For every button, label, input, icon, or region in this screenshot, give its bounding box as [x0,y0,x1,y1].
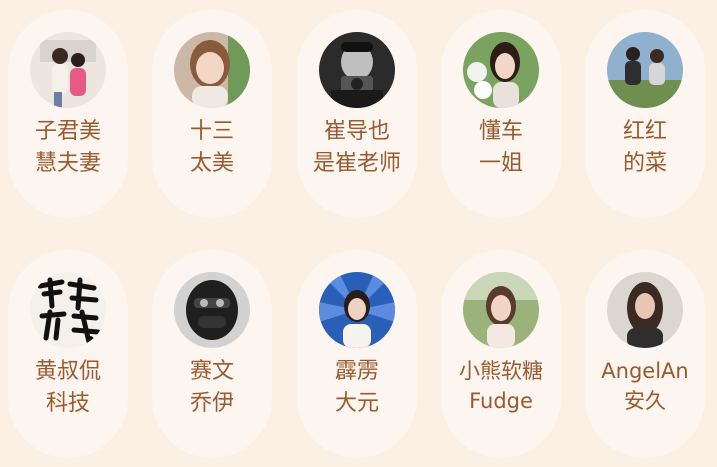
creator-name: 懂车 一姐 [478,119,523,176]
creator-card-6[interactable]: 黄叔侃 科技 [8,250,128,458]
woman-photo-avatar [174,32,250,108]
couple-photo-avatar [30,32,106,108]
creator-card-3[interactable]: 崔导也 是崔老师 [297,10,417,218]
woman-garden-photo-avatar [463,272,539,348]
creator-name: 霹雳 大元 [334,359,379,416]
creator-name: 崔导也 是崔老师 [312,119,401,176]
creator-name: 十三 太美 [189,119,234,176]
creator-name: 赛文 乔伊 [189,359,234,416]
creator-card-7[interactable]: 赛文 乔伊 [152,250,272,458]
woman-portrait-photo-avatar [607,272,683,348]
creator-card-1[interactable]: 子君美 慧夫妻 [8,10,128,218]
creator-name: 子君美 慧夫妻 [34,119,101,176]
woman-flowers-photo-avatar [463,32,539,108]
creator-card-8[interactable]: 霹雳 大元 [297,250,417,458]
creator-name: 小熊软糖 Fudge [459,359,543,413]
creator-card-10[interactable]: AngelAn 安久 [585,250,705,458]
creator-card-5[interactable]: 红红 的菜 [585,10,705,218]
creator-card-4[interactable]: 懂车 一姐 [441,10,561,218]
creator-name: 红红 的菜 [622,119,667,176]
couple-outdoor-photo-avatar [607,32,683,108]
creator-grid: 子君美 慧夫妻 十三 太美 崔导也 是崔老师 懂车 一姐 红红 的菜 黄叔侃 科… [0,0,717,467]
creator-card-2[interactable]: 十三 太美 [152,10,272,218]
creator-name: 黄叔侃 科技 [34,359,101,416]
calligraphy-logo-avatar [30,272,106,348]
creator-card-9[interactable]: 小熊软糖 Fudge [441,250,561,458]
woman-blue-burst-avatar [319,272,395,348]
man-camera-photo-avatar [319,32,395,108]
helmet-man-photo-avatar [174,272,250,348]
creator-name: AngelAn 安久 [601,359,689,413]
